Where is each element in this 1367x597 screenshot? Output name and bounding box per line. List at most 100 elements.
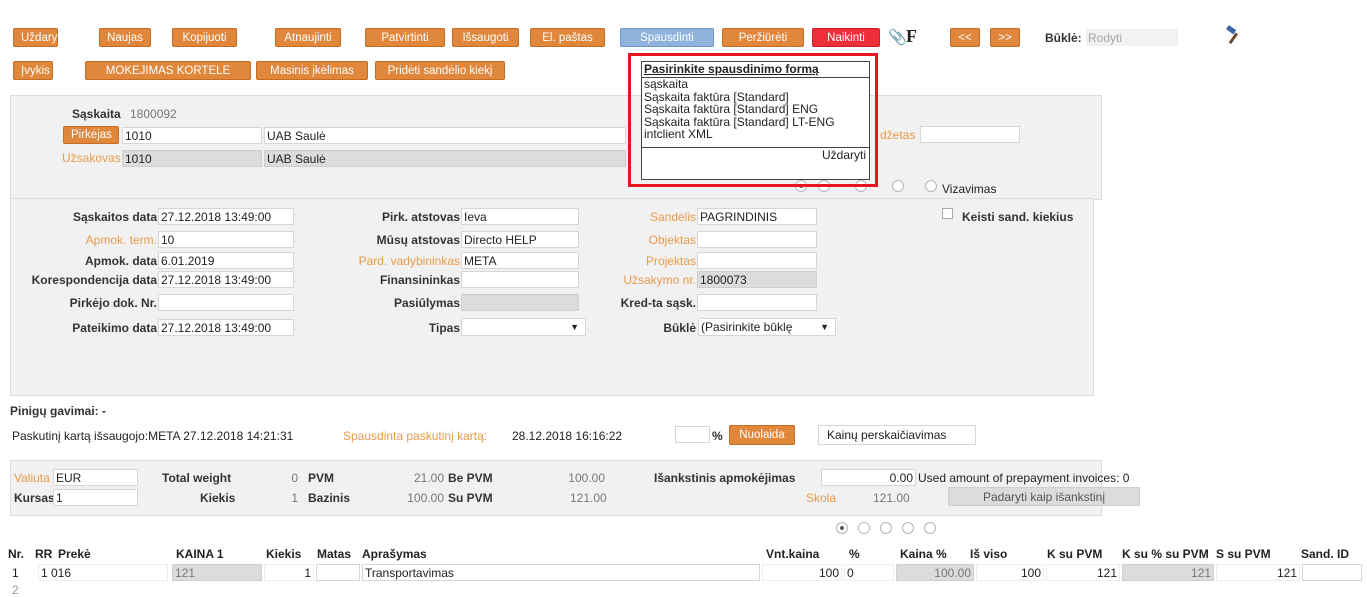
percent-label: %: [712, 429, 723, 443]
row-description-input[interactable]: Transportavimas: [362, 564, 760, 581]
col-s-vat: S su PVM: [1216, 547, 1271, 561]
base-value: 100.00: [407, 491, 444, 505]
order-no-label: Užsakymo nr.: [623, 273, 696, 287]
credit-input[interactable]: [697, 294, 817, 311]
orderer-label: Užsakovas: [62, 151, 121, 165]
col-description: Aprašymas: [362, 547, 427, 561]
vat-label: PVM: [308, 471, 335, 485]
row-view-radio-5[interactable]: [924, 522, 936, 534]
next-button[interactable]: >>: [990, 28, 1020, 47]
print-form-menu[interactable]: Pasirinkite spausdinimo formą sąskaita S…: [641, 61, 870, 180]
prev-button[interactable]: <<: [950, 28, 980, 47]
preview-button[interactable]: Peržiūrėti: [722, 28, 804, 47]
col-nr: Nr.: [8, 547, 25, 561]
make-prepayment-button[interactable]: Padaryti kaip išankstinį: [948, 487, 1140, 506]
object-input[interactable]: [697, 231, 817, 248]
confirm-button[interactable]: Patvirtinti: [365, 28, 445, 47]
view-radio-5[interactable]: [925, 180, 937, 192]
type-label: Tipas: [428, 321, 460, 335]
col-unit: Matas: [317, 547, 352, 561]
row-k-pct-vat-field: 121: [1122, 564, 1214, 581]
budget-input[interactable]: [920, 126, 1020, 143]
delivery-date-input[interactable]: 27.12.2018 13:49:00: [158, 319, 294, 336]
row-view-radio-2[interactable]: [858, 522, 870, 534]
state-value: (Pasirinkite būklę: [701, 320, 793, 334]
col-item: Prekė: [58, 547, 91, 561]
sales-mgr-label: Pard. vadybininkas: [358, 254, 460, 268]
hammer-icon[interactable]: [1224, 25, 1244, 45]
totals-panel: [10, 460, 1102, 516]
row-percent-input[interactable]: 0: [844, 564, 894, 581]
refresh-button[interactable]: Atnaujinti: [275, 28, 341, 47]
row-view-radio-1[interactable]: [836, 522, 848, 534]
row-s-vat-input[interactable]: 121: [1216, 564, 1300, 581]
print-menu-item[interactable]: intclient XML: [642, 128, 869, 141]
new-button[interactable]: Naujas: [99, 28, 151, 47]
buyer-name-input[interactable]: UAB Saulė: [264, 127, 626, 144]
invoice-date-input[interactable]: 27.12.2018 13:49:00: [158, 208, 294, 225]
row-view-radio-4[interactable]: [902, 522, 914, 534]
orderer-name-field: UAB Saulė: [264, 150, 626, 167]
warehouse-label: Sandėlis: [649, 210, 696, 224]
type-select[interactable]: ▼: [461, 318, 586, 336]
debt-label: Skola: [806, 491, 837, 505]
save-button[interactable]: Išsaugoti: [452, 28, 519, 47]
our-rep-label: Mūsų atstovas: [376, 233, 460, 247]
print-menu-close-button[interactable]: Uždaryti: [642, 146, 869, 163]
paperclip-icon[interactable]: 📎: [888, 28, 907, 46]
close-button[interactable]: Uždaryti: [13, 28, 63, 47]
offer-label: Pasiūlymas: [393, 296, 460, 310]
invoice-label: Sąskaita: [72, 107, 121, 121]
project-input[interactable]: [697, 252, 817, 269]
buyer-rep-input[interactable]: Ieva: [461, 208, 579, 225]
sales-mgr-input[interactable]: META: [461, 252, 579, 269]
col-k-pct-vat: K su % su PVM: [1122, 547, 1209, 561]
row-unit-price-input[interactable]: 100: [762, 564, 842, 581]
copy-button[interactable]: Kopijuoti: [172, 28, 237, 47]
print-menu-item[interactable]: Sąskaita faktūra [Standard] ENG: [642, 103, 869, 116]
rate-input[interactable]: 1: [53, 489, 138, 506]
payment-term-input[interactable]: 10: [158, 231, 294, 248]
payments-label: Pinigų gavimai: -: [10, 404, 107, 418]
row-view-radio-3[interactable]: [880, 522, 892, 534]
warehouse-input[interactable]: PAGRINDINIS: [697, 208, 817, 225]
f-icon[interactable]: F: [906, 26, 917, 47]
buyer-button[interactable]: Pirkėjas: [63, 126, 119, 144]
buyer-doc-input[interactable]: [158, 294, 294, 311]
excl-vat-label: Be PVM: [448, 471, 493, 485]
invoice-number: 1800092: [130, 107, 177, 121]
our-rep-input[interactable]: Directo HELP: [461, 231, 579, 248]
email-button[interactable]: El. paštas: [530, 28, 605, 47]
row-qty-input[interactable]: 1: [264, 564, 314, 581]
change-qty-checkbox[interactable]: [942, 208, 953, 219]
payment-term-label: Apmok. term.: [85, 233, 157, 247]
discount-percent-input[interactable]: [675, 426, 710, 443]
print-menu-item[interactable]: sąskaita: [642, 78, 869, 91]
print-button[interactable]: Spausdinti: [620, 28, 714, 47]
discount-button[interactable]: Nuolaida: [729, 425, 795, 445]
row-k-vat-input[interactable]: 121: [1046, 564, 1120, 581]
row-warehouse-id-input[interactable]: [1302, 564, 1362, 581]
mass-import-button[interactable]: Masinis įkėlimas: [256, 61, 368, 80]
add-warehouse-qty-button[interactable]: Pridėti sandėlio kiekį: [375, 61, 505, 80]
row-item-input[interactable]: 1 016: [38, 564, 168, 581]
view-radio-4[interactable]: [892, 180, 904, 192]
row-unit-input[interactable]: [316, 564, 360, 581]
financier-input[interactable]: [461, 271, 579, 288]
state-select[interactable]: (Pasirinkite būklę ▼: [698, 318, 836, 336]
currency-input[interactable]: EUR: [53, 469, 138, 486]
card-payment-button[interactable]: MOKEJIMAS KORTELE: [85, 61, 251, 80]
last-saved-text: Paskutinį kartą išsaugojo:META 27.12.201…: [12, 429, 294, 443]
row-total-input[interactable]: 100: [976, 564, 1044, 581]
excl-vat-value: 100.00: [568, 471, 605, 485]
budget-label: džetas: [880, 128, 916, 142]
event-button[interactable]: Įvykis: [13, 61, 53, 80]
buyer-code-input[interactable]: 1010: [122, 127, 262, 144]
recalc-prices-button[interactable]: Kainų perskaičiavimas: [818, 425, 976, 445]
payment-date-input[interactable]: 6.01.2019: [158, 252, 294, 269]
delete-button[interactable]: Naikinti: [812, 28, 880, 47]
corr-date-input[interactable]: 27.12.2018 13:49:00: [158, 271, 294, 288]
corr-date-label: Korespondencija data: [31, 273, 157, 287]
change-qty-label: Keisti sand. kiekius: [962, 210, 1074, 224]
prepay-input[interactable]: 0.00: [821, 469, 916, 486]
